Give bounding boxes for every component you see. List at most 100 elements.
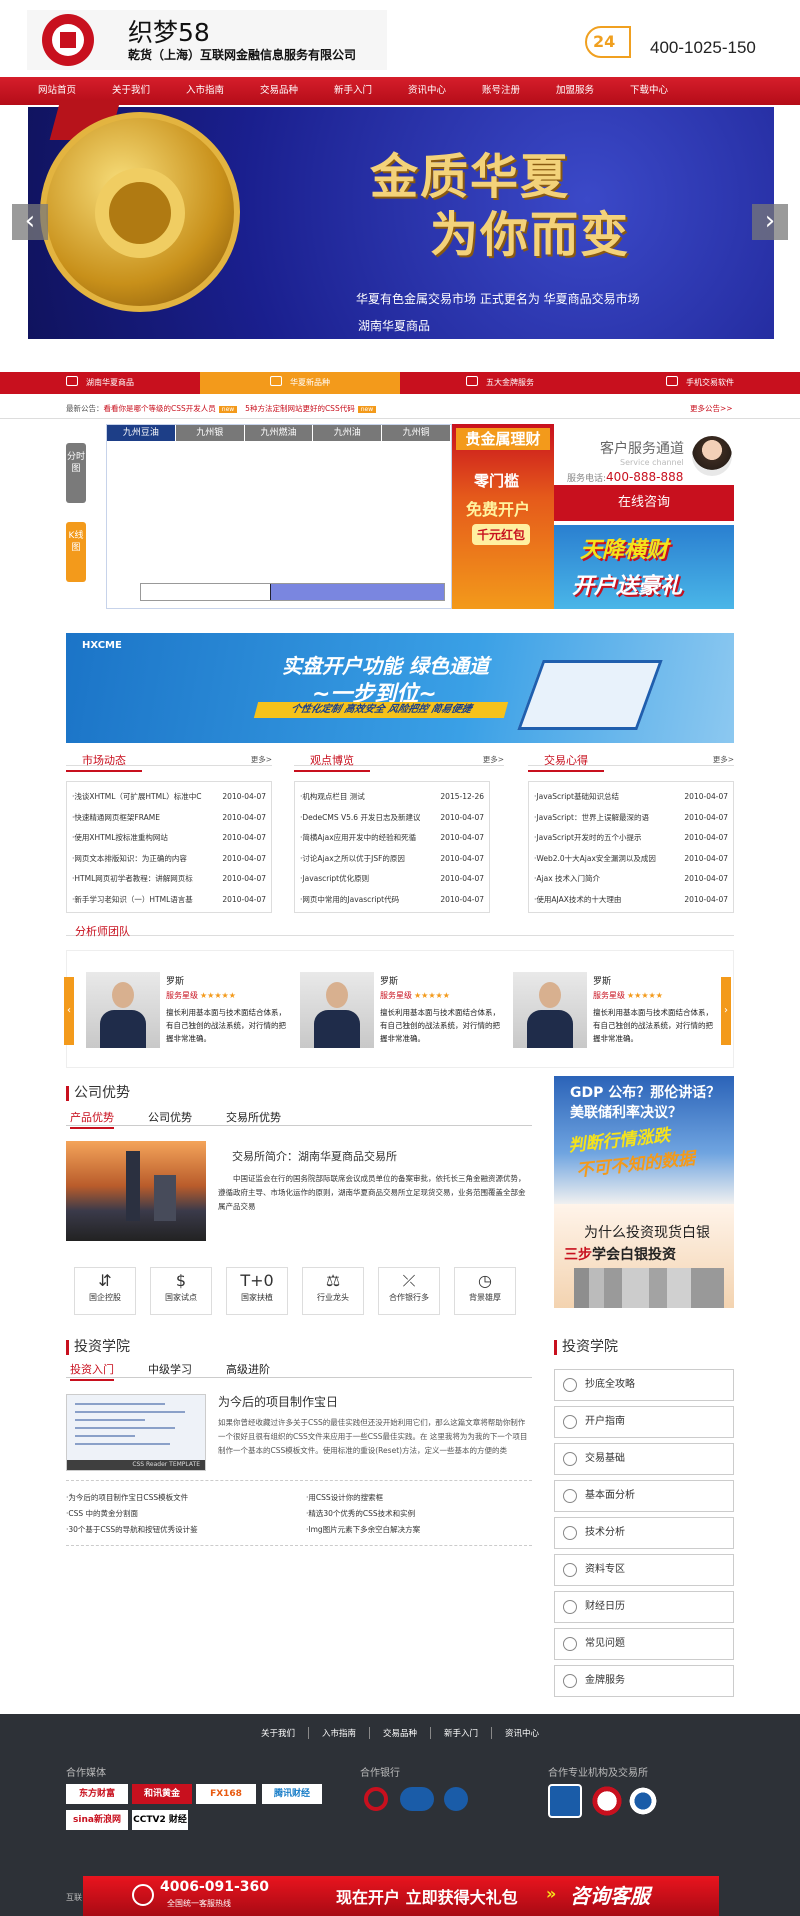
tab-beginner[interactable]: 投资入门 [70, 1361, 114, 1381]
nav-item-register[interactable]: 账号注册 [464, 77, 538, 105]
side-item-calendar[interactable]: 财经日历 [554, 1591, 734, 1623]
timeshare-chart-button[interactable]: 分时图 [66, 443, 86, 503]
list-item[interactable]: ·新手学习老知识（一）HTML语言基 2010-04-07 [72, 890, 266, 911]
list-item[interactable]: ·为今后的项目制作宝日CSS模板文件 [66, 1490, 306, 1506]
analyst-prev-button[interactable]: ‹ [64, 977, 74, 1045]
footer-link[interactable]: 新手入门 [431, 1727, 493, 1739]
side-item-account-guide[interactable]: 开户指南 [554, 1406, 734, 1438]
analyst-card[interactable]: 罗斯 服务星级 ★★★★★ 擅长利用基本面与技术面结合体系，有自己独创的战法系统，… [86, 972, 296, 1052]
media-logo[interactable]: FX168 [196, 1784, 256, 1804]
tab-silver[interactable]: 九州银 [175, 425, 245, 441]
side-item-trading-basics[interactable]: 交易基础 [554, 1443, 734, 1475]
feature-state-owned[interactable]: ⇵ 国企控股 [74, 1267, 136, 1315]
media-logo[interactable]: 东方财富 [66, 1784, 128, 1804]
tab-company-advantage[interactable]: 公司优势 [148, 1109, 192, 1125]
list-item[interactable]: ·机构观点栏目 测试 2015-12-26 [300, 787, 484, 808]
list-item[interactable]: ·网页文本排版知识：为正确的内容 2010-04-07 [72, 849, 266, 870]
tab-intermediate[interactable]: 中级学习 [148, 1361, 192, 1377]
tab-new-varieties[interactable]: 华夏新品种 [200, 372, 400, 394]
column-title[interactable]: 市场动态 [66, 752, 142, 772]
feature-background[interactable]: ◷ 背景雄厚 [454, 1267, 516, 1315]
list-item[interactable]: ·精选30个优秀的CSS技术和实例 [306, 1506, 532, 1522]
bank-logo-icon[interactable] [444, 1787, 468, 1811]
nav-item-news[interactable]: 资讯中心 [390, 77, 464, 105]
tab-oil[interactable]: 九州油 [313, 425, 383, 441]
list-item[interactable]: ·HTML网页初学者教程：讲解网页标 2010-04-07 [72, 869, 266, 890]
tab-exchange-advantage[interactable]: 交易所优势 [226, 1109, 281, 1125]
notice-more-link[interactable]: 更多公告>> [690, 403, 733, 414]
feature-leader[interactable]: ⚖ 行业龙头 [302, 1267, 364, 1315]
footer-link[interactable]: 关于我们 [248, 1727, 309, 1739]
side-item-technical[interactable]: 技术分析 [554, 1517, 734, 1549]
more-link[interactable]: 更多> [251, 754, 272, 765]
feature-support[interactable]: T+0 国家扶植 [226, 1267, 288, 1315]
side-item-bottom-fishing[interactable]: 抄底全攻略 [554, 1369, 734, 1401]
list-item[interactable]: ·Javascript优化原则 2010-04-07 [300, 869, 484, 890]
nav-item-beginner[interactable]: 新手入门 [316, 77, 390, 105]
list-item[interactable]: ·简横Ajax应用开发中的经验和死循 2010-04-07 [300, 828, 484, 849]
media-logo[interactable]: 腾讯财经 [262, 1784, 322, 1804]
footer-link[interactable]: 交易品种 [370, 1727, 431, 1739]
nav-item-download[interactable]: 下载中心 [612, 77, 686, 105]
more-link[interactable]: 更多> [483, 754, 504, 765]
feature-pilot[interactable]: $ 国家试点 [150, 1267, 212, 1315]
kline-chart-button[interactable]: K线图 [66, 522, 86, 582]
column-title[interactable]: 观点博览 [294, 752, 370, 772]
more-link[interactable]: 更多> [713, 754, 734, 765]
tab-hunan-huaxia[interactable]: 湖南华夏商品 [0, 372, 200, 394]
tab-mobile-app[interactable]: 手机交易软件 [600, 372, 800, 394]
bank-logo-icon[interactable] [400, 1787, 434, 1811]
tab-fuel-oil[interactable]: 九州燃油 [244, 425, 314, 441]
banner-prev-button[interactable]: ‹ [12, 204, 48, 240]
bank-logo-icon[interactable] [364, 1787, 388, 1811]
media-logo[interactable]: 和讯黄金 [132, 1784, 192, 1804]
analyst-card[interactable]: 罗斯 服务星级 ★★★★★ 擅长利用基本面与技术面结合体系，有自己独创的战法系统，… [513, 972, 723, 1052]
site-name[interactable]: 织梦58 [128, 13, 210, 49]
side-item-fundamentals[interactable]: 基本面分析 [554, 1480, 734, 1512]
list-item[interactable]: ·讨论Ajax之所以优于JSF的原因 2010-04-07 [300, 849, 484, 870]
online-consult-button[interactable]: 在线咨询 [554, 485, 734, 521]
nav-item-guide[interactable]: 入市指南 [168, 77, 242, 105]
list-item[interactable]: ·JavaScript基础知识总结 2010-04-07 [534, 787, 728, 808]
footer-link[interactable]: 入市指南 [309, 1727, 370, 1739]
list-item[interactable]: ·使用XHTML按标准重构网站 2010-04-07 [72, 828, 266, 849]
org-logo-icon[interactable] [626, 1784, 660, 1818]
media-logo[interactable]: CCTV2 财经 [132, 1810, 188, 1830]
list-item[interactable]: ·Web2.0十大Ajax安全漏洞以及成因 2010-04-07 [534, 849, 728, 870]
logo-icon[interactable] [42, 14, 94, 66]
list-item[interactable]: ·Ajax 技术入门简介 2010-04-07 [534, 869, 728, 890]
list-item[interactable]: ·浅谈XHTML（可扩展HTML）标准中C 2010-04-07 [72, 787, 266, 808]
footer-link[interactable]: 资讯中心 [492, 1727, 552, 1739]
list-item[interactable]: ·网页中常用的Javascript代码 2010-04-07 [300, 890, 484, 911]
media-logo[interactable]: sina新浪网 [66, 1810, 128, 1830]
tab-product-advantage[interactable]: 产品优势 [70, 1109, 114, 1129]
list-item[interactable]: ·快速精通网页框架FRAME 2010-04-07 [72, 808, 266, 829]
nav-item-products[interactable]: 交易品种 [242, 77, 316, 105]
side-item-resources[interactable]: 资料专区 [554, 1554, 734, 1586]
list-item[interactable]: ·Img图片元素下多余空白解决方案 [306, 1522, 532, 1538]
list-item[interactable]: ·用CSS设计你的搜索框 [306, 1490, 532, 1506]
analyst-section-title[interactable]: 分析师团队 [75, 923, 130, 939]
css-template-image[interactable]: CSS Reader TEMPLATE [66, 1394, 206, 1471]
tab-gold-services[interactable]: 五大金牌服务 [400, 372, 600, 394]
tab-copper[interactable]: 九州铜 [382, 425, 451, 441]
side-item-gold-service[interactable]: 金牌服务 [554, 1665, 734, 1697]
column-title[interactable]: 交易心得 [528, 752, 604, 772]
list-item[interactable]: ·JavaScript开发时的五个小提示 2010-04-07 [534, 828, 728, 849]
feature-banks[interactable]: ⤫ 合作银行多 [378, 1267, 440, 1315]
list-item[interactable]: ·DedeCMS V5.6 开发日志及新建议 2010-04-07 [300, 808, 484, 829]
consult-service-button[interactable]: 咨询客服 [570, 1880, 650, 1909]
tab-soybean-oil[interactable]: 九州豆油 [107, 425, 176, 441]
list-item[interactable]: ·使用AJAX技术的十大理由 2010-04-07 [534, 890, 728, 911]
banner-next-button[interactable]: › [752, 204, 788, 240]
tab-advanced[interactable]: 高级进阶 [226, 1361, 270, 1377]
chart-range-handle[interactable] [270, 584, 444, 600]
side-item-faq[interactable]: 常见问题 [554, 1628, 734, 1660]
nav-item-franchise[interactable]: 加盟服务 [538, 77, 612, 105]
notice-link-2[interactable]: 5种方法定制网站更好的CSS代码 [245, 404, 355, 413]
analyst-card[interactable]: 罗斯 服务星级 ★★★★★ 擅长利用基本面与技术面结合体系，有自己独创的战法系统，… [300, 972, 510, 1052]
list-item[interactable]: ·JavaScript：世界上误解最深的语 2010-04-07 [534, 808, 728, 829]
org-logo-icon[interactable] [590, 1784, 624, 1818]
list-item[interactable]: ·CSS 中的黄金分割面 [66, 1506, 306, 1522]
notice-link-1[interactable]: 看看你是哪个等级的CSS开发人员 [104, 404, 216, 413]
